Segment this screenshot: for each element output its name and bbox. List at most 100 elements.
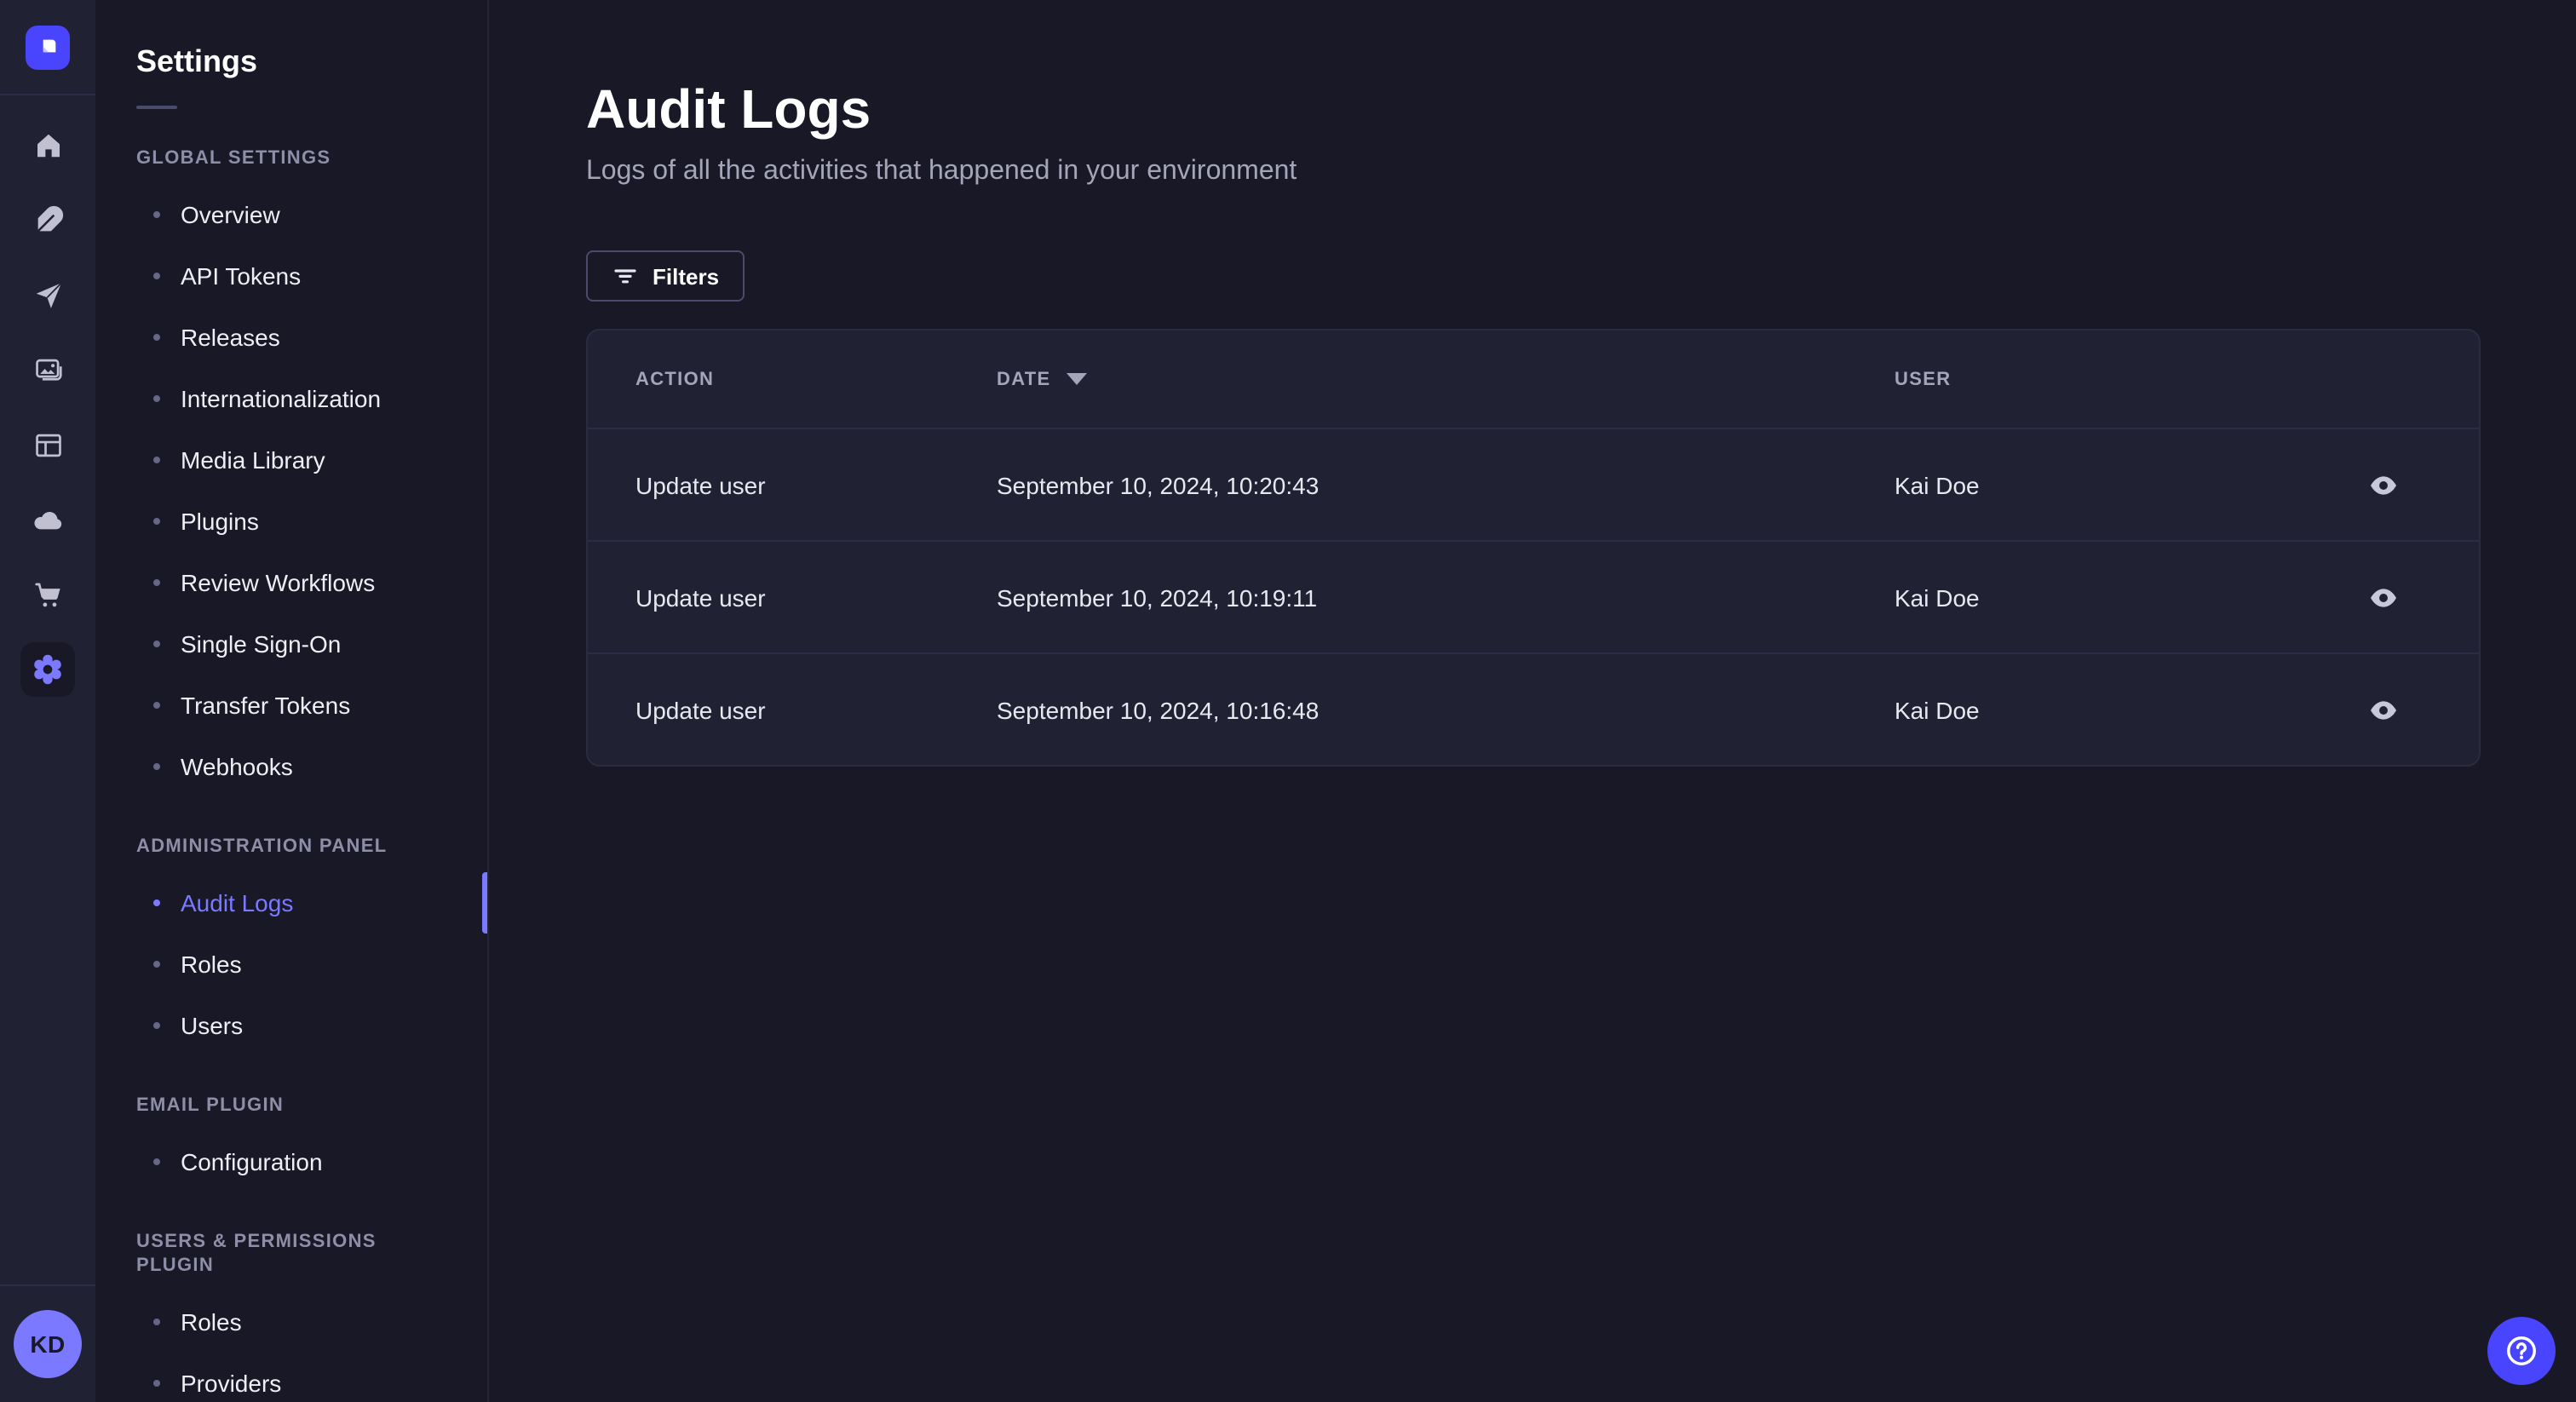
eye-icon: [2371, 588, 2396, 606]
view-details-button[interactable]: [2356, 570, 2411, 624]
subnav-item-media-library[interactable]: Media Library: [95, 429, 487, 491]
cell-date: September 10, 2024, 10:16:48: [997, 696, 1320, 723]
main-content: Audit Logs Logs of all the activities th…: [489, 0, 2576, 1402]
layout-icon[interactable]: [20, 417, 75, 472]
subnav-item-label: Roles: [181, 951, 242, 978]
table-row[interactable]: Update user September 10, 2024, 10:16:48…: [588, 652, 2479, 765]
bullet-icon: [153, 641, 160, 647]
subnav-title: Settings: [136, 44, 258, 78]
subnav-item-label: Providers: [181, 1370, 282, 1397]
bullet-icon: [153, 518, 160, 525]
question-mark-icon: [2507, 1336, 2536, 1365]
subnav-item-label: Users: [181, 1012, 244, 1039]
page-subtitle: Logs of all the activities that happened…: [586, 157, 1297, 186]
cell-date: September 10, 2024, 10:19:11: [997, 583, 1318, 611]
subnav-item-label: Configuration: [181, 1148, 323, 1175]
images-icon[interactable]: [20, 342, 75, 397]
bullet-icon: [153, 334, 160, 341]
logo-box: [0, 0, 95, 95]
bullet-icon: [153, 1380, 160, 1387]
subnav-item-review-workflows[interactable]: Review Workflows: [95, 552, 487, 613]
subnav-item-label: Overview: [181, 201, 280, 228]
view-details-button[interactable]: [2356, 457, 2411, 512]
rail-footer: KD: [0, 1284, 95, 1402]
cart-icon[interactable]: [20, 567, 75, 622]
filter-icon: [612, 262, 639, 290]
column-header-date[interactable]: Date: [997, 369, 1895, 389]
rail-icon-list: [20, 95, 75, 1284]
section-label: Global Settings: [136, 148, 331, 169]
bullet-icon: [153, 1158, 160, 1165]
section-label: Email Plugin: [136, 1095, 285, 1116]
table-row[interactable]: Update user September 10, 2024, 10:19:11…: [588, 540, 2479, 652]
settings-subnav: Settings Global Settings Overview API To…: [95, 0, 489, 1402]
sort-desc-icon: [1066, 373, 1087, 385]
app-window: KD Settings Global Settings Overview API…: [0, 0, 2576, 1402]
strapi-logo-icon[interactable]: [26, 25, 70, 69]
bullet-icon: [153, 211, 160, 218]
cell-action: Update user: [635, 471, 766, 498]
subnav-item-internationalization[interactable]: Internationalization: [95, 368, 487, 429]
icon-rail: KD: [0, 0, 95, 1402]
subnav-item-label: Media Library: [181, 446, 325, 474]
bullet-icon: [153, 1022, 160, 1029]
cell-user: Kai Doe: [1895, 696, 1980, 723]
user-avatar[interactable]: KD: [14, 1310, 82, 1378]
bullet-icon: [153, 961, 160, 968]
bullet-icon: [153, 702, 160, 709]
subnav-divider: [136, 106, 177, 109]
subnav-item-label: Releases: [181, 324, 280, 351]
cell-action: Update user: [635, 696, 766, 723]
subnav-item-single-sign-on[interactable]: Single Sign-On: [95, 613, 487, 675]
subnav-item-label: Transfer Tokens: [181, 692, 351, 719]
bullet-icon: [153, 457, 160, 463]
home-icon[interactable]: [20, 118, 75, 172]
subnav-item-releases[interactable]: Releases: [95, 307, 487, 368]
cloud-icon[interactable]: [20, 492, 75, 547]
filters-button-label: Filters: [653, 263, 720, 289]
subnav-item-providers[interactable]: Providers: [95, 1353, 487, 1402]
subnav-item-label: Plugins: [181, 508, 259, 535]
subnav-item-webhooks[interactable]: Webhooks: [95, 736, 487, 797]
subnav-item-configuration[interactable]: Configuration: [95, 1131, 487, 1192]
table-row[interactable]: Update user September 10, 2024, 10:20:43…: [588, 428, 2479, 540]
eye-icon: [2371, 475, 2396, 494]
subnav-item-plugins[interactable]: Plugins: [95, 491, 487, 552]
active-indicator: [482, 872, 487, 934]
view-details-button[interactable]: [2356, 682, 2411, 737]
bullet-icon: [153, 579, 160, 586]
subnav-item-label: Roles: [181, 1308, 242, 1336]
subnav-item-overview[interactable]: Overview: [95, 184, 487, 245]
page-title: Audit Logs: [586, 78, 871, 140]
cell-user: Kai Doe: [1895, 583, 1980, 611]
subnav-item-users[interactable]: Users: [95, 995, 487, 1056]
subnav-item-admin-roles[interactable]: Roles: [95, 934, 487, 995]
section-administration-panel: Administration Panel Audit Logs Roles Us…: [95, 835, 487, 1056]
section-global-settings: Global Settings Overview API Tokens Rele…: [95, 147, 487, 797]
settings-gear-icon[interactable]: [20, 642, 75, 697]
subnav-item-api-tokens[interactable]: API Tokens: [95, 245, 487, 307]
send-icon[interactable]: [20, 267, 75, 322]
subnav-item-transfer-tokens[interactable]: Transfer Tokens: [95, 675, 487, 736]
subnav-item-label: Webhooks: [181, 753, 293, 780]
subnav-item-label: Single Sign-On: [181, 630, 342, 658]
bullet-icon: [153, 1319, 160, 1325]
column-header-date-label: Date: [997, 369, 1051, 389]
subnav-header: Settings: [95, 0, 487, 109]
subnav-item-label: Internationalization: [181, 385, 382, 412]
subnav-item-label: API Tokens: [181, 262, 302, 290]
section-label: Users & Permissions plugin: [136, 1232, 377, 1276]
cell-user: Kai Doe: [1895, 471, 1980, 498]
feather-icon[interactable]: [20, 192, 75, 247]
bullet-icon: [153, 273, 160, 279]
subnav-item-label: Review Workflows: [181, 569, 376, 596]
eye-icon: [2371, 700, 2396, 719]
help-button[interactable]: [2487, 1317, 2556, 1385]
bullet-icon: [153, 899, 160, 906]
section-users-permissions-plugin: Users & Permissions plugin Roles Provide…: [95, 1230, 487, 1402]
filters-button[interactable]: Filters: [586, 250, 745, 302]
subnav-item-audit-logs[interactable]: Audit Logs: [95, 872, 487, 934]
section-label: Administration Panel: [136, 836, 388, 857]
subnav-item-up-roles[interactable]: Roles: [95, 1291, 487, 1353]
cell-action: Update user: [635, 583, 766, 611]
